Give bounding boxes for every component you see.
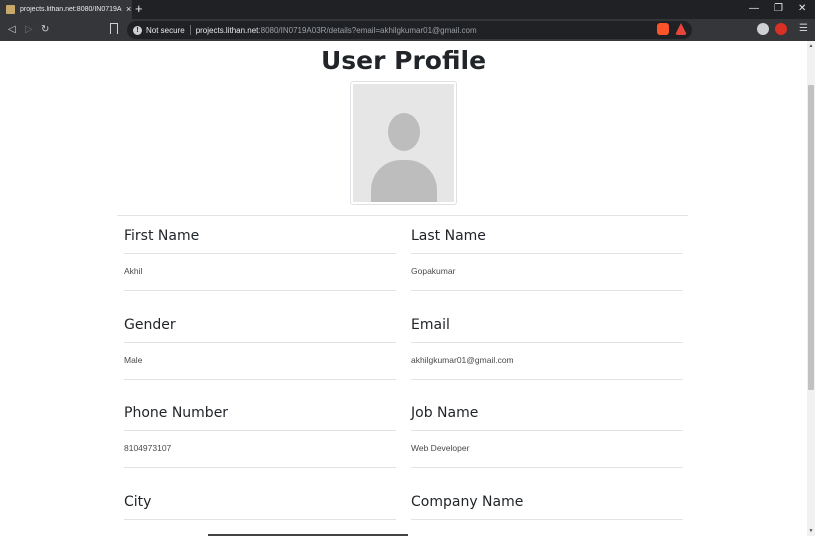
bookmark-icon[interactable]	[110, 23, 118, 34]
tab-close-icon[interactable]: ×	[126, 5, 131, 14]
address-bar[interactable]: ! Not secure projects.lithan.net :8080/I…	[127, 21, 692, 39]
minimize-button[interactable]: —	[749, 3, 759, 15]
avatar	[350, 81, 457, 205]
browser-tab[interactable]: projects.lithan.net:8080/IN0719A03 ×	[0, 0, 132, 19]
field-label: Job Name	[411, 404, 683, 431]
menu-icon[interactable]: ☰	[799, 23, 808, 34]
brave-shield-icon[interactable]	[657, 23, 669, 35]
scroll-down-icon[interactable]: ▼	[807, 528, 815, 534]
omnibox-divider	[189, 25, 191, 35]
field-job-name: Job Name Web Developer	[411, 404, 683, 468]
reload-icon[interactable]: ↻	[41, 23, 49, 37]
tab-title: projects.lithan.net:8080/IN0719A03	[20, 6, 122, 13]
close-window-button[interactable]: ✕	[798, 3, 806, 15]
scroll-up-icon[interactable]: ▲	[807, 43, 815, 49]
field-city: City	[124, 493, 396, 536]
url-path[interactable]: :8080/IN0719A03R/details?email=akhilgkum…	[258, 26, 476, 35]
tab-strip: projects.lithan.net:8080/IN0719A03 × + —…	[0, 0, 815, 19]
field-label: Email	[411, 316, 683, 343]
back-icon[interactable]: ◁	[8, 23, 16, 37]
field-label: Gender	[124, 316, 396, 343]
forward-icon[interactable]: ▷	[25, 23, 33, 37]
extension-icon[interactable]	[757, 23, 769, 35]
field-value: 8104973107	[124, 431, 396, 468]
favicon-icon	[6, 5, 15, 14]
field-value: Gopakumar	[411, 254, 683, 291]
page-content: User Profile First Name Akhil Last Name …	[0, 41, 807, 536]
field-first-name: First Name Akhil	[124, 227, 396, 291]
scrollbar-thumb[interactable]	[808, 85, 814, 390]
vertical-scrollbar[interactable]: ▲ ▼	[807, 41, 815, 536]
security-status[interactable]: Not secure	[146, 26, 185, 35]
avatar-body	[371, 160, 437, 202]
page-title: User Profile	[320, 46, 487, 75]
field-label: Phone Number	[124, 404, 396, 431]
info-icon[interactable]: !	[133, 25, 142, 35]
field-value: Web Developer	[411, 431, 683, 468]
field-value	[411, 520, 683, 536]
field-last-name: Last Name Gopakumar	[411, 227, 683, 291]
field-phone-number: Phone Number 8104973107	[124, 404, 396, 468]
field-value: Akhil	[124, 254, 396, 291]
browser-toolbar: ◁ ▷ ↻ ! Not secure projects.lithan.net :…	[0, 19, 815, 41]
avatar-placeholder-icon	[353, 84, 454, 202]
restore-button[interactable]: ❐	[774, 3, 783, 15]
field-label: First Name	[124, 227, 396, 254]
avatar-head	[388, 113, 420, 151]
field-value: Male	[124, 343, 396, 380]
field-label: Last Name	[411, 227, 683, 254]
section-divider	[117, 215, 688, 216]
field-label: Company Name	[411, 493, 683, 520]
url-host[interactable]: projects.lithan.net	[196, 26, 259, 35]
new-tab-button[interactable]: +	[135, 2, 143, 16]
field-label: City	[124, 493, 396, 520]
field-company-name: Company Name	[411, 493, 683, 536]
extension-icon-red[interactable]	[775, 23, 787, 35]
field-email: Email akhilgkumar01@gmail.com	[411, 316, 683, 380]
field-gender: Gender Male	[124, 316, 396, 380]
field-value: akhilgkumar01@gmail.com	[411, 343, 683, 380]
